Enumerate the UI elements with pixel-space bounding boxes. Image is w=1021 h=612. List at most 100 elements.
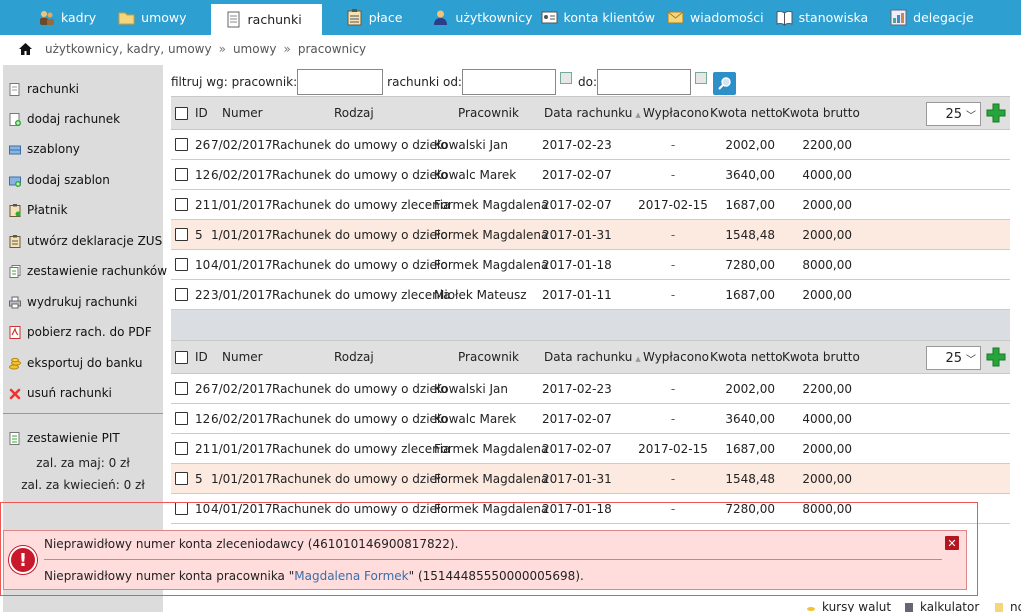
row-checkbox[interactable] xyxy=(175,288,188,301)
table-row[interactable]: 12 6/02/2017 Rachunek do umowy o dzieło Kow… xyxy=(171,160,1010,190)
table-row[interactable]: 26 7/02/2017 Rachunek do umowy o dzieło Kow… xyxy=(171,130,1010,160)
col-kwota-netto[interactable]: Kwota netto xyxy=(710,341,783,373)
cell-data-rachunku: 2017-02-23 xyxy=(542,381,612,396)
sidebar-item-rachunki[interactable]: rachunki xyxy=(9,82,79,96)
cell-select xyxy=(175,434,188,463)
tab-uzytkownicy[interactable]: użytkownicy xyxy=(410,0,536,35)
sidebar-item-usun[interactable]: usuń rachunki xyxy=(9,386,112,400)
col-data-rachunku[interactable]: Data rachunku ▲ xyxy=(544,97,641,129)
add-icon[interactable] xyxy=(985,346,1007,368)
cell-select xyxy=(175,464,188,493)
tab-kadry[interactable]: kadry xyxy=(28,0,104,35)
col-rodzaj[interactable]: Rodzaj xyxy=(334,341,374,373)
cell-rodzaj: Rachunek do umowy o dzieło xyxy=(272,167,448,182)
date-from-input[interactable] xyxy=(461,68,556,95)
row-checkbox[interactable] xyxy=(175,472,188,485)
footer-kalkulator[interactable]: kalkulator xyxy=(904,600,979,612)
row-checkbox[interactable] xyxy=(175,502,188,515)
search-button[interactable] xyxy=(713,72,736,95)
col-kwota-netto[interactable]: Kwota netto xyxy=(710,97,783,129)
row-checkbox[interactable] xyxy=(175,382,188,395)
row-checkbox[interactable] xyxy=(175,168,188,181)
date-to-input[interactable] xyxy=(597,68,691,95)
per-page-select[interactable]: 25 ﹀ xyxy=(926,346,981,370)
col-wyplacono[interactable]: Wypłacono xyxy=(643,97,709,129)
sidebar-item-pobierz-pdf[interactable]: pobierz rach. do PDF xyxy=(9,325,152,339)
table-row[interactable]: 21 1/01/2017 Rachunek do umowy zlecenia For… xyxy=(171,190,1010,220)
coins-icon xyxy=(9,357,21,369)
table-row[interactable]: 12 6/02/2017 Rachunek do umowy o dzieło Kow… xyxy=(171,404,1010,434)
table-separator xyxy=(171,310,1010,341)
sidebar-item-zestawienie-rachunkow[interactable]: zestawienie rachunków xyxy=(9,264,167,278)
select-all-checkbox[interactable] xyxy=(175,350,188,364)
tab-delegacje[interactable]: delegacje xyxy=(876,0,981,35)
error-icon: ! xyxy=(9,546,37,574)
row-checkbox[interactable] xyxy=(175,258,188,271)
row-checkbox[interactable] xyxy=(175,412,188,425)
cell-numer: 1/01/2017 xyxy=(211,227,273,242)
row-checkbox[interactable] xyxy=(175,228,188,241)
per-page-select[interactable]: 25 ﹀ xyxy=(926,102,981,126)
row-checkbox[interactable] xyxy=(175,198,188,211)
table-row[interactable]: 10 4/01/2017 Rachunek do umowy o dzieło For… xyxy=(171,494,1010,524)
col-wyplacono[interactable]: Wypłacono xyxy=(643,341,709,373)
sidebar-item-dodaj-szablon[interactable]: dodaj szablon xyxy=(9,173,110,187)
cell-kwota-netto: 1548,48 xyxy=(725,471,775,486)
cell-data-rachunku: 2017-01-18 xyxy=(542,501,612,516)
table-row[interactable]: 26 7/02/2017 Rachunek do umowy o dzieło Kow… xyxy=(171,374,1010,404)
col-id[interactable]: ID xyxy=(195,97,208,129)
table-row[interactable]: 22 3/01/2017 Rachunek do umowy zlecenia Mio… xyxy=(171,280,1010,310)
delete-icon xyxy=(9,388,21,399)
close-icon[interactable]: ✕ xyxy=(945,536,959,550)
sidebar-item-wydrukuj[interactable]: wydrukuj rachunki xyxy=(9,295,137,309)
col-id[interactable]: ID xyxy=(195,341,208,373)
cell-rodzaj: Rachunek do umowy zlecenia xyxy=(272,197,451,212)
employee-link[interactable]: Magdalena Formek xyxy=(294,569,408,583)
footer-notes[interactable]: no xyxy=(994,600,1021,612)
tab-stanowiska[interactable]: stanowiska xyxy=(772,0,877,35)
col-pracownik[interactable]: Pracownik xyxy=(458,341,519,373)
col-kwota-brutto[interactable]: Kwota brutto xyxy=(782,97,860,129)
table-row[interactable]: 10 4/01/2017 Rachunek do umowy o dzieło For… xyxy=(171,250,1010,280)
sidebar-item-deklaracje-zus[interactable]: utwórz deklaracje ZUS xyxy=(9,234,162,248)
col-numer[interactable]: Numer xyxy=(222,341,263,373)
tab-konta-klientow[interactable]: konta klientów xyxy=(537,0,663,35)
calendar-icon[interactable] xyxy=(559,71,572,84)
tab-wiadomosci[interactable]: wiadomości xyxy=(663,0,772,35)
col-data-rachunku[interactable]: Data rachunku ▲ xyxy=(544,341,641,373)
table-row[interactable]: 21 1/01/2017 Rachunek do umowy zlecenia For… xyxy=(171,434,1010,464)
col-kwota-brutto[interactable]: Kwota brutto xyxy=(782,341,860,373)
footer-kursy-walut[interactable]: kursy walut xyxy=(806,600,891,612)
sidebar-item-label: usuń rachunki xyxy=(27,386,112,400)
sidebar-item-eksportuj-bank[interactable]: eksportuj do banku xyxy=(9,356,142,370)
document-icon xyxy=(9,431,20,445)
col-rodzaj[interactable]: Rodzaj xyxy=(334,97,374,129)
cell-wyplacono: - xyxy=(670,227,676,242)
add-icon[interactable] xyxy=(985,102,1007,124)
footer-label: kursy walut xyxy=(822,600,892,612)
breadcrumb-item-umowy[interactable]: umowy xyxy=(233,42,277,56)
cell-kwota-brutto: 2000,00 xyxy=(802,441,852,456)
tab-rachunki[interactable]: rachunki xyxy=(210,4,322,35)
row-checkbox[interactable] xyxy=(175,442,188,455)
col-numer[interactable]: Numer xyxy=(222,97,263,129)
sidebar-item-szablony[interactable]: szablony xyxy=(9,142,80,156)
select-all-checkbox[interactable] xyxy=(175,106,188,120)
tab-umowy[interactable]: umowy xyxy=(104,0,194,35)
calendar-icon[interactable] xyxy=(695,71,707,84)
home-icon[interactable] xyxy=(18,42,33,56)
employee-filter-input[interactable] xyxy=(297,68,384,95)
tab-place[interactable]: płace xyxy=(322,0,411,35)
col-pracownik[interactable]: Pracownik xyxy=(458,97,519,129)
tab-label: wiadomości xyxy=(690,10,764,25)
sidebar-item-zestawienie-pit[interactable]: zestawienie PIT xyxy=(9,431,120,445)
chevron-down-icon: ﹀ xyxy=(966,110,976,122)
row-checkbox[interactable] xyxy=(175,138,188,151)
breadcrumb-item-users[interactable]: użytkownicy, kadry, umowy xyxy=(45,42,212,56)
sidebar-item-platnik[interactable]: Płatnik xyxy=(9,203,68,217)
table-row[interactable]: 5 1/01/2017 Rachunek do umowy o dzieło Form… xyxy=(171,220,1010,250)
sidebar-item-dodaj-rachunek[interactable]: dodaj rachunek xyxy=(9,112,120,126)
cell-select xyxy=(175,280,188,309)
cell-data-rachunku: 2017-01-18 xyxy=(542,257,612,272)
table-row[interactable]: 5 1/01/2017 Rachunek do umowy o dzieło Form… xyxy=(171,464,1010,494)
